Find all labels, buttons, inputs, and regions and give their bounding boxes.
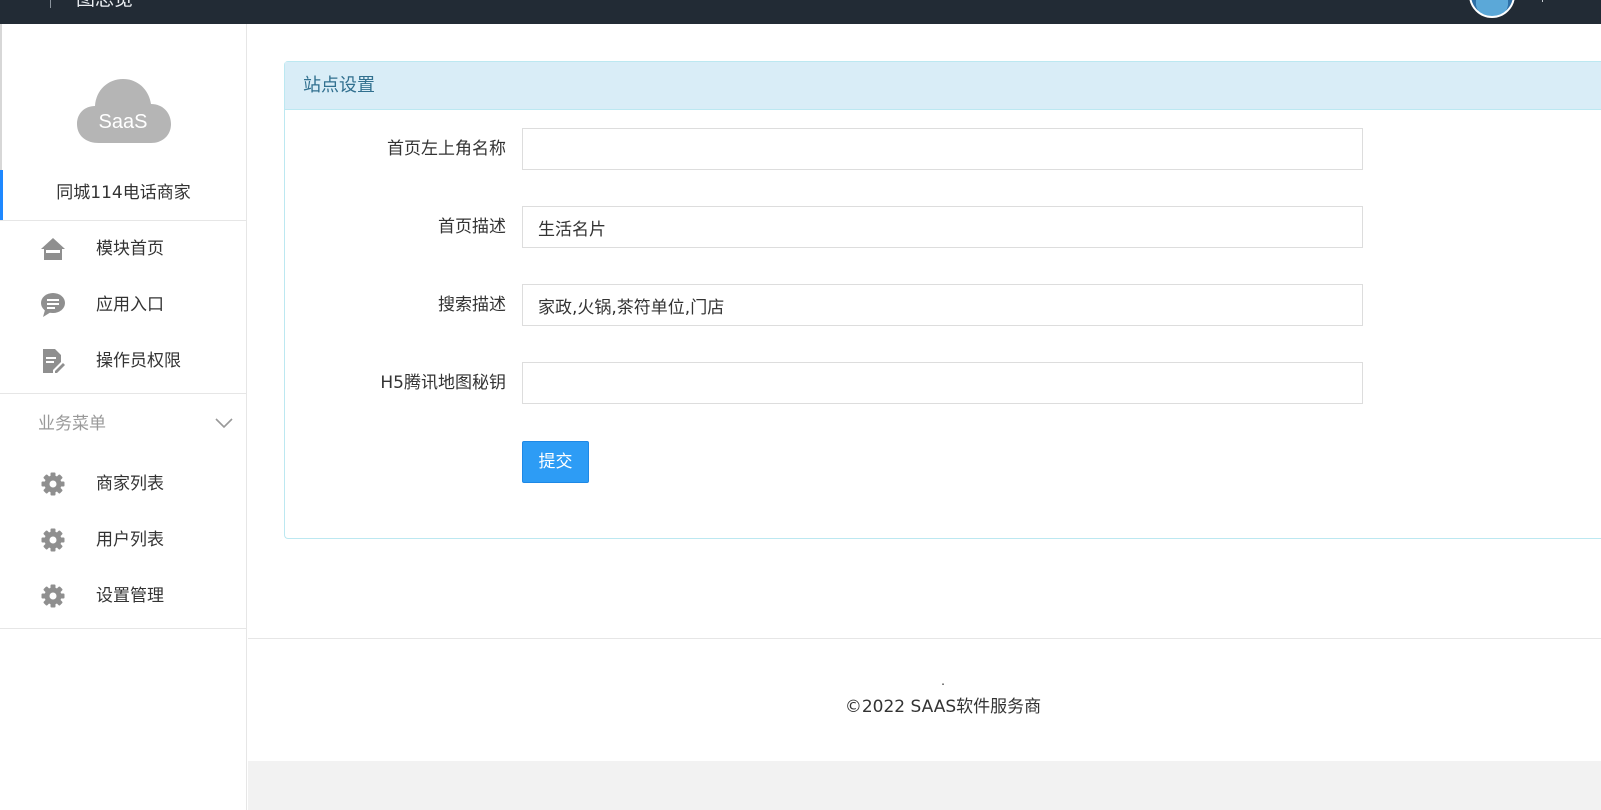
sidebar-item-settings-management[interactable]: 设置管理 [0, 568, 247, 624]
form-row-search-description: 搜索描述 [285, 284, 1385, 326]
sidebar-item-module-home[interactable]: 模块首页 [0, 221, 247, 277]
bottom-strip [248, 761, 1601, 810]
home-icon [41, 238, 65, 260]
business-menu-title[interactable]: 业务菜单 [38, 411, 106, 437]
topbar-right-divider [1542, 0, 1552, 2]
sidebar-item-label: 用户列表 [96, 530, 164, 550]
main-content: 站点设置 首页左上角名称 首页描述 搜索描述 H5腾讯地图秘钥 提交 . ©20… [248, 24, 1601, 810]
sidebar-item-merchant-list[interactable]: 商家列表 [0, 456, 247, 512]
field-label: H5腾讯地图秘钥 [380, 373, 506, 393]
field-label: 首页描述 [438, 217, 506, 237]
sidebar-item-label: 商家列表 [96, 474, 164, 494]
sidebar-item-app-entry[interactable]: 应用入口 [0, 277, 247, 333]
tencent-map-key-input[interactable] [522, 362, 1363, 404]
field-label: 首页左上角名称 [387, 139, 506, 159]
gear-icon [41, 472, 65, 496]
sidebar: SaaS 同城114电话商家 模块首页 应用入口 操作员权限 业务菜单 商家列表… [0, 24, 247, 810]
topbar-divider [50, 0, 51, 8]
sidebar-item-user-list[interactable]: 用户列表 [0, 512, 247, 568]
form-row-homepage-name: 首页左上角名称 [285, 128, 1385, 170]
homepage-name-input[interactable] [522, 128, 1363, 170]
top-navbar: 图总览 [0, 0, 1601, 24]
chevron-down-icon[interactable] [214, 416, 234, 430]
sidebar-item-label: 模块首页 [96, 239, 164, 259]
gear-icon [41, 584, 65, 608]
logo-text: SaaS [99, 111, 148, 133]
homepage-description-input[interactable] [522, 206, 1363, 248]
panel-title: 站点设置 [285, 62, 1601, 110]
sidebar-item-label: 设置管理 [96, 586, 164, 606]
saas-cloud-logo: SaaS [77, 79, 171, 143]
submit-button[interactable]: 提交 [522, 441, 589, 483]
user-avatar[interactable] [1469, 0, 1515, 18]
chat-icon [41, 293, 65, 317]
form-row-map-key: H5腾讯地图秘钥 [285, 362, 1385, 404]
form-row-homepage-description: 首页描述 [285, 206, 1385, 248]
site-settings-panel: 站点设置 首页左上角名称 首页描述 搜索描述 H5腾讯地图秘钥 提交 [284, 61, 1601, 539]
edit-document-icon [43, 349, 65, 373]
shop-name: 同城114电话商家 [56, 183, 191, 203]
search-description-input[interactable] [522, 284, 1363, 326]
sidebar-item-label: 操作员权限 [96, 351, 181, 371]
sidebar-separator [0, 628, 247, 629]
topbar-title[interactable]: 图总览 [76, 0, 133, 11]
sidebar-left-edge [0, 24, 2, 172]
sidebar-item-label: 应用入口 [96, 295, 164, 315]
sidebar-item-operator-permissions[interactable]: 操作员权限 [0, 333, 247, 389]
footer-copyright: ©2022 SAAS软件服务商 [844, 697, 1042, 717]
gear-icon [41, 528, 65, 552]
footer-dot: . [941, 674, 945, 688]
field-label: 搜索描述 [438, 295, 506, 315]
footer-divider [248, 638, 1601, 639]
sidebar-separator [0, 393, 247, 394]
